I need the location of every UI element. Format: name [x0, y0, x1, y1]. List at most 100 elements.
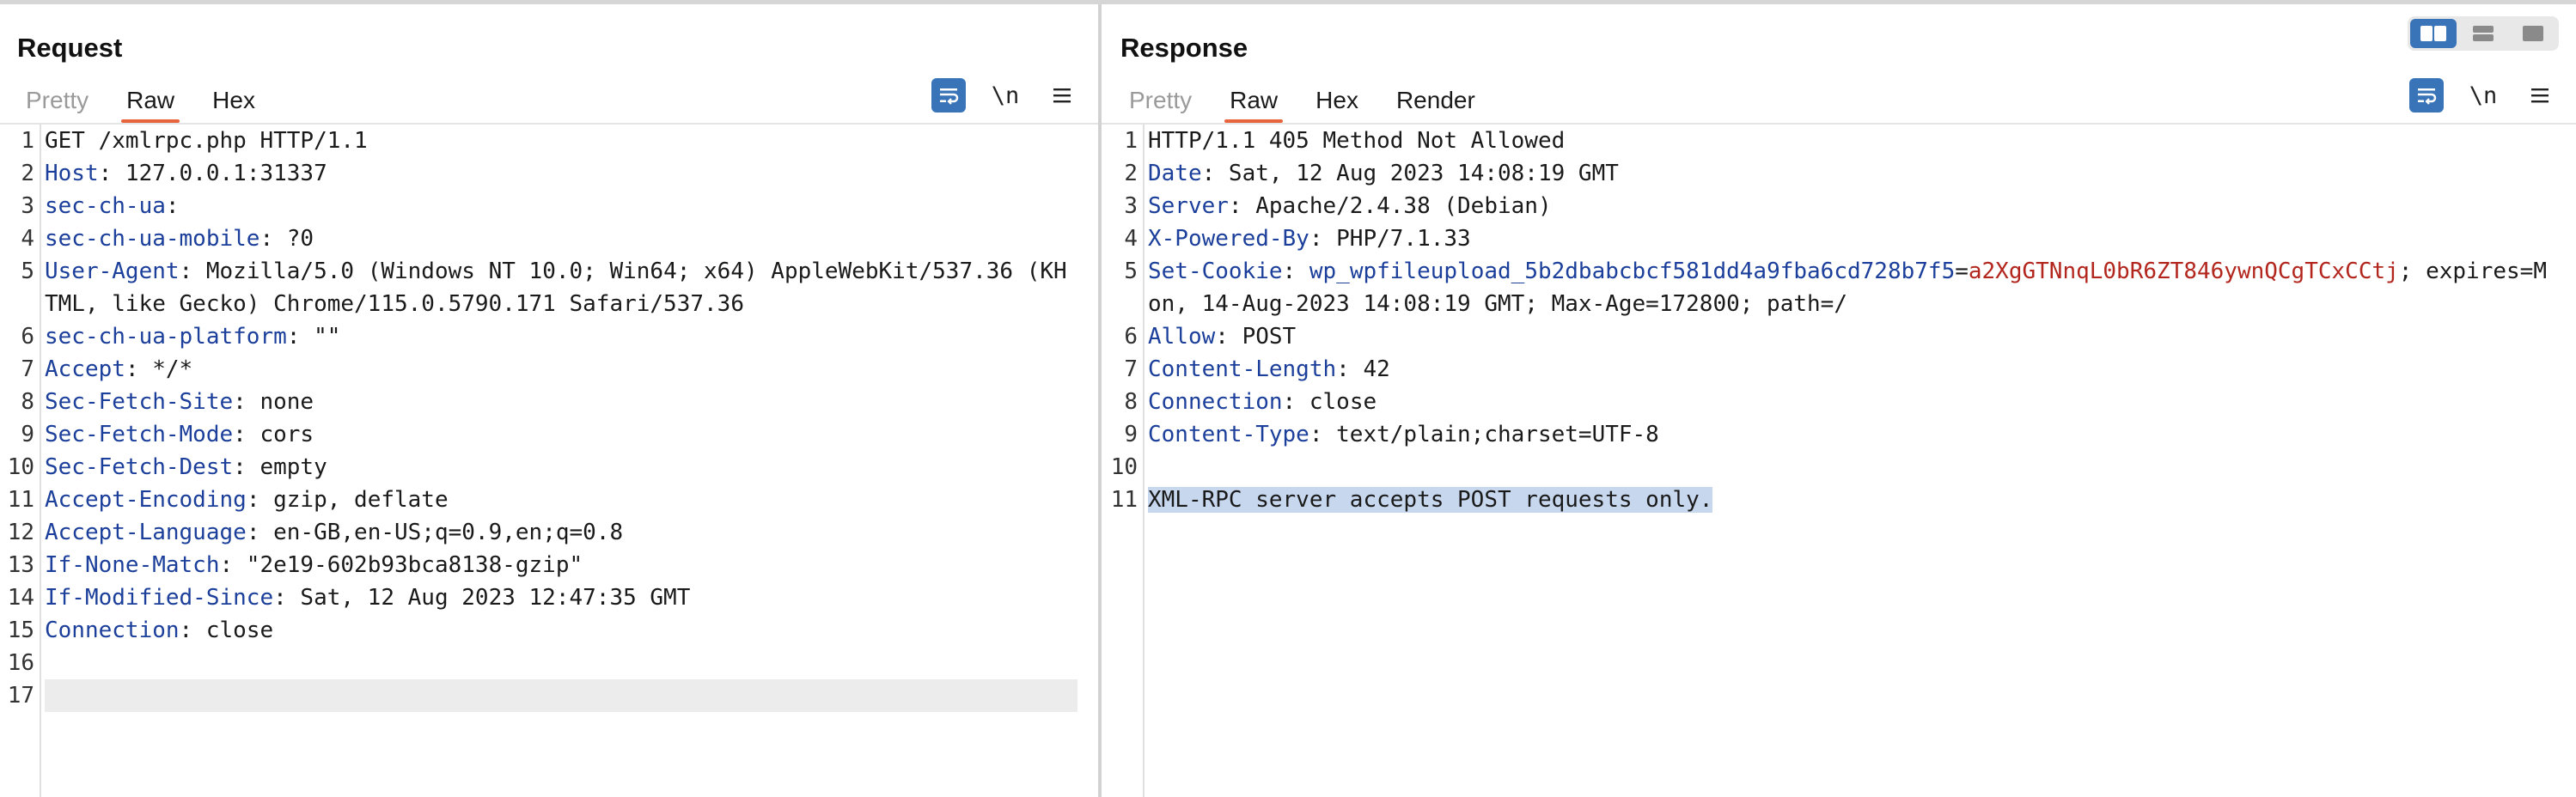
header-name: Allow	[1148, 324, 1216, 350]
line-number: 6	[1124, 324, 1138, 350]
header-value: Sat, 12 Aug 2023 14:08:19 GMT	[1215, 161, 1619, 186]
line-number: 2	[21, 161, 34, 186]
header-name: Server	[1148, 193, 1229, 219]
header-separator: :	[1336, 356, 1350, 382]
side-by-side-layout-icon[interactable]	[2410, 19, 2457, 48]
header-name: Accept-Language	[45, 520, 247, 545]
line-number: 16	[7, 650, 34, 676]
line-number: 11	[7, 487, 34, 513]
header-separator: :	[233, 389, 247, 415]
line-number: 4	[21, 226, 34, 252]
newline-toggle-button[interactable]: \n	[988, 78, 1022, 113]
header-separator: :	[246, 520, 260, 545]
code-line: 1 GET /xmlrpc.php HTTP/1.1	[0, 125, 1098, 157]
line-content: Allow: POST	[1148, 320, 2555, 353]
cookie-name: wp_wpfileupload_5b2dbabcbcf581dd4a9fba6c…	[1309, 259, 1956, 284]
code-line: 4 sec-ch-ua-mobile: ?0	[0, 222, 1098, 255]
line-number: 7	[21, 356, 34, 382]
header-name: Connection	[1148, 389, 1283, 415]
response-editor[interactable]: 1 HTTP/1.1 405 Method Not Allowed 2 Date: S…	[1102, 125, 2576, 797]
top-bottom-layout-icon[interactable]	[2460, 19, 2506, 48]
code-line: 9 Content-Type: text/plain;charset=UTF-8	[1102, 418, 2576, 451]
code-line: 10 Sec-Fetch-Dest: empty	[0, 451, 1098, 484]
code-line: 2 Host: 127.0.0.1:31337	[0, 157, 1098, 190]
line-content: Accept: */*	[45, 353, 1077, 386]
header-name: sec-ch-ua	[45, 193, 166, 219]
line-content: Sec-Fetch-Dest: empty	[45, 451, 1077, 484]
response-toolbar: \n	[2409, 78, 2557, 113]
line-number: 9	[1124, 422, 1138, 447]
header-separator: :	[1228, 193, 1242, 219]
line-content: User-Agent: Mozilla/5.0 (Windows NT 10.0…	[45, 255, 1077, 320]
selected-body-text: XML-RPC server accepts POST requests onl…	[1148, 487, 1713, 513]
line-number: 3	[1124, 193, 1138, 219]
header-value: Apache/2.4.38 (Debian)	[1242, 193, 1552, 219]
header-name: X-Powered-By	[1148, 226, 1309, 252]
tab-raw[interactable]: Raw	[107, 80, 193, 123]
word-wrap-icon[interactable]	[931, 78, 966, 113]
line-number: 10	[1110, 454, 1138, 480]
line-content: Connection: close	[1148, 386, 2555, 418]
line-number: 15	[7, 618, 34, 643]
cookie-equals: =	[1955, 259, 1969, 284]
header-value: POST	[1228, 324, 1297, 350]
header-value: ?0	[273, 226, 314, 252]
code-line: 10	[1102, 451, 2576, 484]
code-line: 12 Accept-Language: en-GB,en-US;q=0.9,en;…	[0, 516, 1098, 549]
code-line: 1 HTTP/1.1 405 Method Not Allowed	[1102, 125, 2576, 157]
line-content: sec-ch-ua-mobile: ?0	[45, 222, 1077, 255]
header-value: "2e19-602b93bca8138-gzip"	[233, 552, 583, 578]
tab-hex[interactable]: Hex	[1297, 80, 1377, 121]
word-wrap-icon[interactable]	[2409, 78, 2444, 113]
line-content: Set-Cookie: wp_wpfileupload_5b2dbabcbcf5…	[1148, 255, 2555, 320]
line-content: Content-Type: text/plain;charset=UTF-8	[1148, 418, 2555, 451]
line-number: 2	[1124, 161, 1138, 186]
line-content: Sec-Fetch-Mode: cors	[45, 418, 1077, 451]
tab-pretty[interactable]: Pretty	[7, 80, 107, 121]
line-content: Host: 127.0.0.1:31337	[45, 157, 1077, 190]
header-value: GET /xmlrpc.php HTTP/1.1	[45, 128, 368, 154]
line-content: Content-Length: 42	[1148, 353, 2555, 386]
header-value: 127.0.0.1:31337	[112, 161, 327, 186]
line-number: 13	[7, 552, 34, 578]
header-separator: :	[219, 552, 234, 578]
header-value: 42	[1349, 356, 1390, 382]
line-content: Connection: close	[45, 614, 1077, 647]
header-separator: :	[179, 618, 193, 643]
request-editor[interactable]: 1 GET /xmlrpc.php HTTP/1.1 2 Host: 127.0.0.…	[0, 125, 1098, 797]
header-name: User-Agent	[45, 259, 180, 284]
tab-pretty[interactable]: Pretty	[1110, 80, 1211, 121]
line-content: HTTP/1.1 405 Method Not Allowed	[1148, 125, 2555, 157]
single-pane-layout-icon[interactable]	[2510, 19, 2556, 48]
header-separator	[1296, 259, 1309, 284]
header-name: Sec-Fetch-Mode	[45, 422, 234, 447]
header-value: gzip, deflate	[259, 487, 449, 513]
code-line: 8 Connection: close	[1102, 386, 2576, 418]
line-number: 17	[7, 683, 34, 709]
code-line: 11 XML-RPC server accepts POST requests o…	[1102, 484, 2576, 516]
tab-render[interactable]: Render	[1377, 80, 1494, 121]
hamburger-menu-icon[interactable]	[1045, 78, 1079, 113]
header-name: Sec-Fetch-Site	[45, 389, 234, 415]
request-toolbar: \n	[931, 78, 1079, 113]
response-lines: 1 HTTP/1.1 405 Method Not Allowed 2 Date: S…	[1102, 125, 2576, 516]
header-separator: :	[1201, 161, 1216, 186]
header-value: HTTP/1.1 405 Method Not Allowed	[1148, 128, 1566, 154]
header-separator: :	[165, 193, 180, 219]
header-name: Sec-Fetch-Dest	[45, 454, 234, 480]
header-name: If-None-Match	[45, 552, 220, 578]
line-content: Accept-Language: en-GB,en-US;q=0.9,en;q=…	[45, 516, 1077, 549]
code-line: 5 Set-Cookie: wp_wpfileupload_5b2dbabcbcf…	[1102, 255, 2576, 320]
line-number: 10	[7, 454, 34, 480]
line-number: 4	[1124, 226, 1138, 252]
code-line: 8 Sec-Fetch-Site: none	[0, 386, 1098, 418]
tab-hex[interactable]: Hex	[193, 80, 274, 121]
tab-raw[interactable]: Raw	[1211, 80, 1297, 123]
layout-switcher	[2408, 16, 2559, 51]
header-name: Accept-Encoding	[45, 487, 247, 513]
line-content: XML-RPC server accepts POST requests onl…	[1148, 484, 2555, 516]
hamburger-menu-icon[interactable]	[2523, 78, 2557, 113]
line-number: 6	[21, 324, 34, 350]
line-content: Date: Sat, 12 Aug 2023 14:08:19 GMT	[1148, 157, 2555, 190]
newline-toggle-button[interactable]: \n	[2466, 78, 2500, 113]
